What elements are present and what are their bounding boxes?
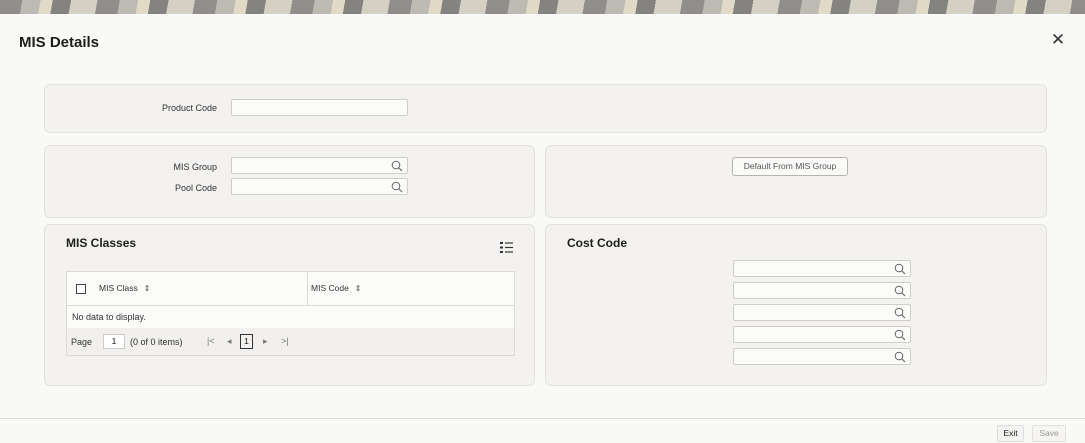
search-icon[interactable] — [391, 160, 403, 172]
header-banner — [0, 0, 1085, 14]
column-header-mis-class[interactable]: MIS Class ⇕ — [99, 283, 150, 293]
default-from-mis-group-button[interactable]: Default From MIS Group — [732, 157, 848, 176]
cost-code-input-1[interactable] — [733, 260, 911, 277]
next-page-icon[interactable]: ▸ — [263, 336, 268, 347]
search-icon[interactable] — [391, 181, 403, 193]
product-code-label: Product Code — [161, 103, 217, 113]
items-count: (0 of 0 items) — [130, 337, 183, 347]
column-label: MIS Class — [99, 283, 138, 293]
footer-divider — [0, 418, 1085, 419]
mis-classes-title: MIS Classes — [66, 236, 137, 250]
mis-classes-table: MIS Class ⇕ MIS Code ⇕ No data to display.… — [66, 271, 515, 356]
cost-code-input-3[interactable] — [733, 304, 911, 321]
cost-code-input-2[interactable] — [733, 282, 911, 299]
exit-button[interactable]: Exit — [997, 425, 1024, 442]
cost-code-title: Cost Code — [567, 236, 627, 250]
dialog-title: MIS Details — [19, 34, 100, 51]
first-page-icon[interactable]: |< — [207, 336, 215, 346]
empty-message: No data to display. — [72, 312, 146, 322]
pool-code-input[interactable] — [231, 178, 408, 195]
close-icon[interactable]: ✕ — [1050, 31, 1066, 48]
search-icon[interactable] — [894, 329, 906, 341]
prev-page-icon[interactable]: ◂ — [227, 336, 232, 347]
column-label: MIS Code — [311, 283, 349, 293]
table-header: MIS Class ⇕ MIS Code ⇕ — [67, 272, 514, 306]
default-panel — [545, 145, 1047, 218]
cost-code-input-5[interactable] — [733, 348, 911, 365]
mis-group-label: MIS Group — [173, 162, 217, 172]
product-code-input[interactable] — [231, 99, 408, 116]
sort-icon[interactable]: ⇕ — [355, 284, 362, 293]
list-icon[interactable] — [500, 241, 513, 254]
search-icon[interactable] — [894, 351, 906, 363]
cost-code-input-4[interactable] — [733, 326, 911, 343]
search-icon[interactable] — [894, 263, 906, 275]
page-input[interactable]: 1 — [103, 334, 125, 349]
select-all-checkbox[interactable] — [76, 284, 86, 294]
column-divider — [307, 272, 308, 306]
last-page-icon[interactable]: >| — [281, 336, 289, 346]
mis-group-input[interactable] — [231, 157, 408, 174]
sort-icon[interactable]: ⇕ — [144, 284, 151, 293]
current-page[interactable]: 1 — [240, 334, 253, 349]
save-button[interactable]: Save — [1032, 425, 1066, 442]
pool-code-label: Pool Code — [174, 183, 217, 193]
page-label: Page — [71, 337, 93, 347]
search-icon[interactable] — [894, 285, 906, 297]
column-header-mis-code[interactable]: MIS Code ⇕ — [311, 283, 362, 293]
pagination: Page 1 (0 of 0 items) |< ◂ 1 ▸ >| — [67, 328, 514, 355]
search-icon[interactable] — [894, 307, 906, 319]
